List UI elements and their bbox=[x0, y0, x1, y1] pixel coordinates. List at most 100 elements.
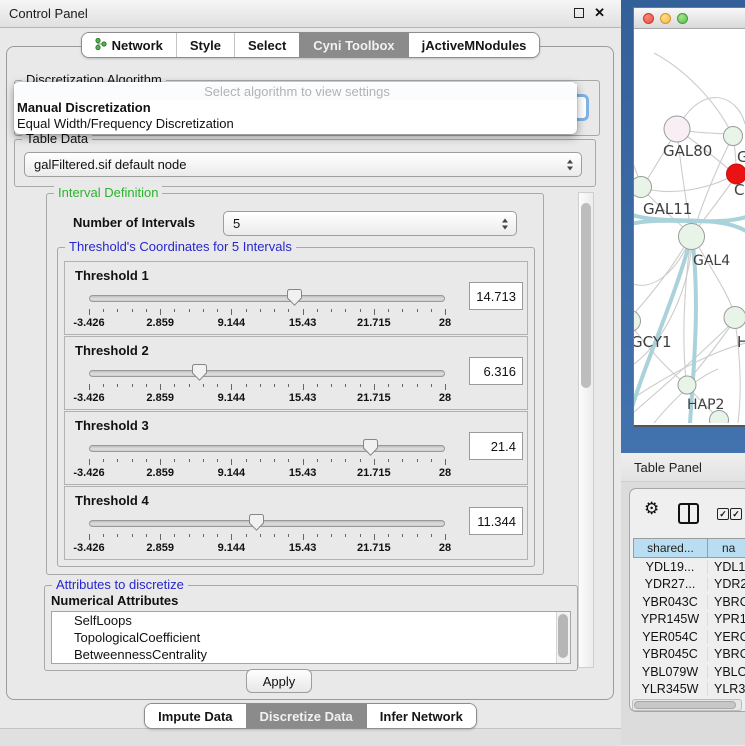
threshold-3-slider[interactable] bbox=[89, 440, 445, 460]
panel-vertical-scrollbar[interactable] bbox=[578, 192, 594, 668]
cell-shared-name[interactable]: YLR345W bbox=[633, 682, 708, 696]
attributes-scrollbar[interactable] bbox=[556, 612, 570, 663]
zoom-traffic-light-icon[interactable] bbox=[677, 13, 688, 24]
slider-track[interactable] bbox=[89, 520, 445, 527]
tab-label: Style bbox=[190, 38, 221, 53]
cell-name[interactable]: YBRO bbox=[708, 647, 745, 661]
network-view-window[interactable]: GAL80 GA C GAL11 GAL4 GCY1 H HAP2 bbox=[633, 7, 745, 427]
tab-cyni-toolbox[interactable]: Cyni Toolbox bbox=[299, 33, 407, 57]
dropdown-option-equal-width[interactable]: Equal Width/Frequency Discretization bbox=[14, 116, 577, 132]
cell-shared-name[interactable]: YDL19... bbox=[633, 560, 708, 574]
number-of-intervals-combobox[interactable]: 5 bbox=[223, 211, 517, 236]
threshold-1-value-field[interactable]: 14.713 bbox=[469, 282, 523, 310]
tick-label: -3.426 bbox=[73, 467, 104, 479]
column-layout-icon[interactable] bbox=[678, 503, 699, 524]
slider-thumb[interactable] bbox=[192, 364, 207, 381]
cell-name[interactable]: YERO bbox=[708, 630, 745, 644]
attribute-item-betweennesscentrality[interactable]: BetweennessCentrality bbox=[52, 646, 570, 663]
minimize-traffic-light-icon[interactable] bbox=[660, 13, 671, 24]
node-gcy1[interactable] bbox=[634, 311, 641, 332]
spinner-arrows-icon bbox=[502, 217, 509, 230]
gear-icon[interactable]: ⚙ bbox=[644, 501, 659, 518]
label-hap2: HAP2 bbox=[687, 397, 724, 413]
table-row[interactable]: YER054CYERO bbox=[633, 628, 745, 646]
attributes-scrollbar-thumb[interactable] bbox=[558, 614, 568, 658]
tab-style[interactable]: Style bbox=[176, 33, 234, 57]
node-gal4[interactable] bbox=[679, 224, 705, 250]
tick-label: 2.859 bbox=[146, 467, 174, 479]
cell-name[interactable]: YLR3 bbox=[708, 682, 745, 696]
node-h[interactable] bbox=[724, 307, 745, 329]
slider-thumb[interactable] bbox=[249, 514, 264, 531]
column-header-name[interactable]: na bbox=[708, 538, 745, 558]
tab-select[interactable]: Select bbox=[234, 33, 299, 57]
cell-name[interactable]: YDR2 bbox=[708, 577, 745, 591]
node-gal11[interactable] bbox=[634, 177, 652, 198]
attribute-item-topologicalcoefficient[interactable]: TopologicalCoefficient bbox=[52, 629, 570, 646]
table-row[interactable]: YLR345WYLR3 bbox=[633, 681, 745, 699]
network-canvas[interactable]: GAL80 GA C GAL11 GAL4 GCY1 H HAP2 bbox=[634, 29, 745, 423]
tab-impute-data[interactable]: Impute Data bbox=[145, 704, 245, 728]
table-row[interactable]: YBR045CYBRO bbox=[633, 646, 745, 664]
table-row[interactable]: YPR145WYPR1 bbox=[633, 611, 745, 629]
column-header-shared[interactable]: shared... bbox=[633, 538, 708, 558]
node-hap2[interactable] bbox=[678, 376, 696, 394]
table-row[interactable]: YBR043CYBRO bbox=[633, 593, 745, 611]
cell-shared-name[interactable]: YPR145W bbox=[633, 612, 708, 626]
cell-name[interactable]: YPR1 bbox=[708, 612, 745, 626]
checkbox-icon-1[interactable]: ✓ bbox=[717, 508, 729, 520]
dropdown-option-manual[interactable]: Manual Discretization bbox=[14, 100, 577, 116]
tab-discretize-data[interactable]: Discretize Data bbox=[246, 704, 366, 728]
cell-name[interactable]: YBRO bbox=[708, 595, 745, 609]
tab-infer-network[interactable]: Infer Network bbox=[366, 704, 476, 728]
tab-network[interactable]: Network bbox=[82, 33, 176, 57]
table-data-combobox[interactable]: galFiltered.sif default node bbox=[24, 152, 582, 177]
cell-shared-name[interactable]: YBR045C bbox=[633, 647, 708, 661]
threshold-1-slider[interactable] bbox=[89, 290, 445, 310]
app-root: { "window": { "title": "Control Panel" }… bbox=[0, 0, 745, 745]
dropdown-placeholder: Select algorithm to view settings bbox=[14, 84, 577, 100]
threshold-4-value-field[interactable]: 11.344 bbox=[469, 507, 523, 535]
tab-label: Impute Data bbox=[158, 709, 232, 724]
right-panel: GAL80 GA C GAL11 GAL4 GCY1 H HAP2 Table … bbox=[621, 0, 745, 745]
panel-scrollbar-thumb[interactable] bbox=[581, 203, 591, 388]
slider-tick-labels: -3.4262.8599.14415.4321.71528 bbox=[89, 317, 445, 329]
tick-label: 15.43 bbox=[289, 317, 317, 329]
tab-jactivemnodules[interactable]: jActiveMNodules bbox=[408, 33, 540, 57]
attribute-item-selfloops[interactable]: SelfLoops bbox=[52, 612, 570, 629]
close-icon[interactable]: ✕ bbox=[594, 7, 605, 18]
table-horizontal-scrollbar[interactable] bbox=[632, 699, 742, 711]
checkbox-icon-2[interactable]: ✓ bbox=[730, 508, 742, 520]
numerical-attributes-list[interactable]: SelfLoopsTopologicalCoefficientBetweenne… bbox=[51, 611, 571, 664]
cell-name[interactable]: YBLO bbox=[708, 665, 745, 679]
table-row[interactable]: YDL19...YDL1 bbox=[633, 558, 745, 576]
tick-label: 21.715 bbox=[357, 542, 391, 554]
threshold-2-value-field[interactable]: 6.316 bbox=[469, 357, 523, 385]
apply-button[interactable]: Apply bbox=[246, 669, 312, 693]
slider-track[interactable] bbox=[89, 295, 445, 302]
float-window-icon[interactable] bbox=[574, 8, 584, 18]
threshold-2-slider[interactable] bbox=[89, 365, 445, 385]
slider-thumb[interactable] bbox=[287, 289, 302, 306]
tick-label: -3.426 bbox=[73, 542, 104, 554]
slider-track[interactable] bbox=[89, 445, 445, 452]
table-row[interactable]: YDR27...YDR2 bbox=[633, 576, 745, 594]
cell-shared-name[interactable]: YBL079W bbox=[633, 665, 708, 679]
label-gal80: GAL80 bbox=[663, 142, 712, 160]
close-traffic-light-icon[interactable] bbox=[643, 13, 654, 24]
node-table: shared... na YDL19...YDL1YDR27...YDR2YBR… bbox=[633, 538, 745, 712]
table-scrollbar-thumb[interactable] bbox=[634, 701, 736, 709]
node-gal80[interactable] bbox=[664, 116, 690, 142]
threshold-label: Threshold 3 bbox=[75, 418, 149, 433]
threshold-3-value-field[interactable]: 21.4 bbox=[469, 432, 523, 460]
cell-shared-name[interactable]: YER054C bbox=[633, 630, 708, 644]
table-row[interactable]: YBL079WYBLO bbox=[633, 663, 745, 681]
cell-shared-name[interactable]: YDR27... bbox=[633, 577, 708, 591]
cell-shared-name[interactable]: YBR043C bbox=[633, 595, 708, 609]
threshold-4-slider[interactable] bbox=[89, 515, 445, 535]
network-graph: GAL80 GA C GAL11 GAL4 GCY1 H HAP2 bbox=[634, 29, 745, 423]
node-top-right[interactable] bbox=[724, 127, 743, 146]
slider-thumb[interactable] bbox=[363, 439, 378, 456]
cell-name[interactable]: YDL1 bbox=[708, 560, 745, 574]
slider-track[interactable] bbox=[89, 370, 445, 377]
